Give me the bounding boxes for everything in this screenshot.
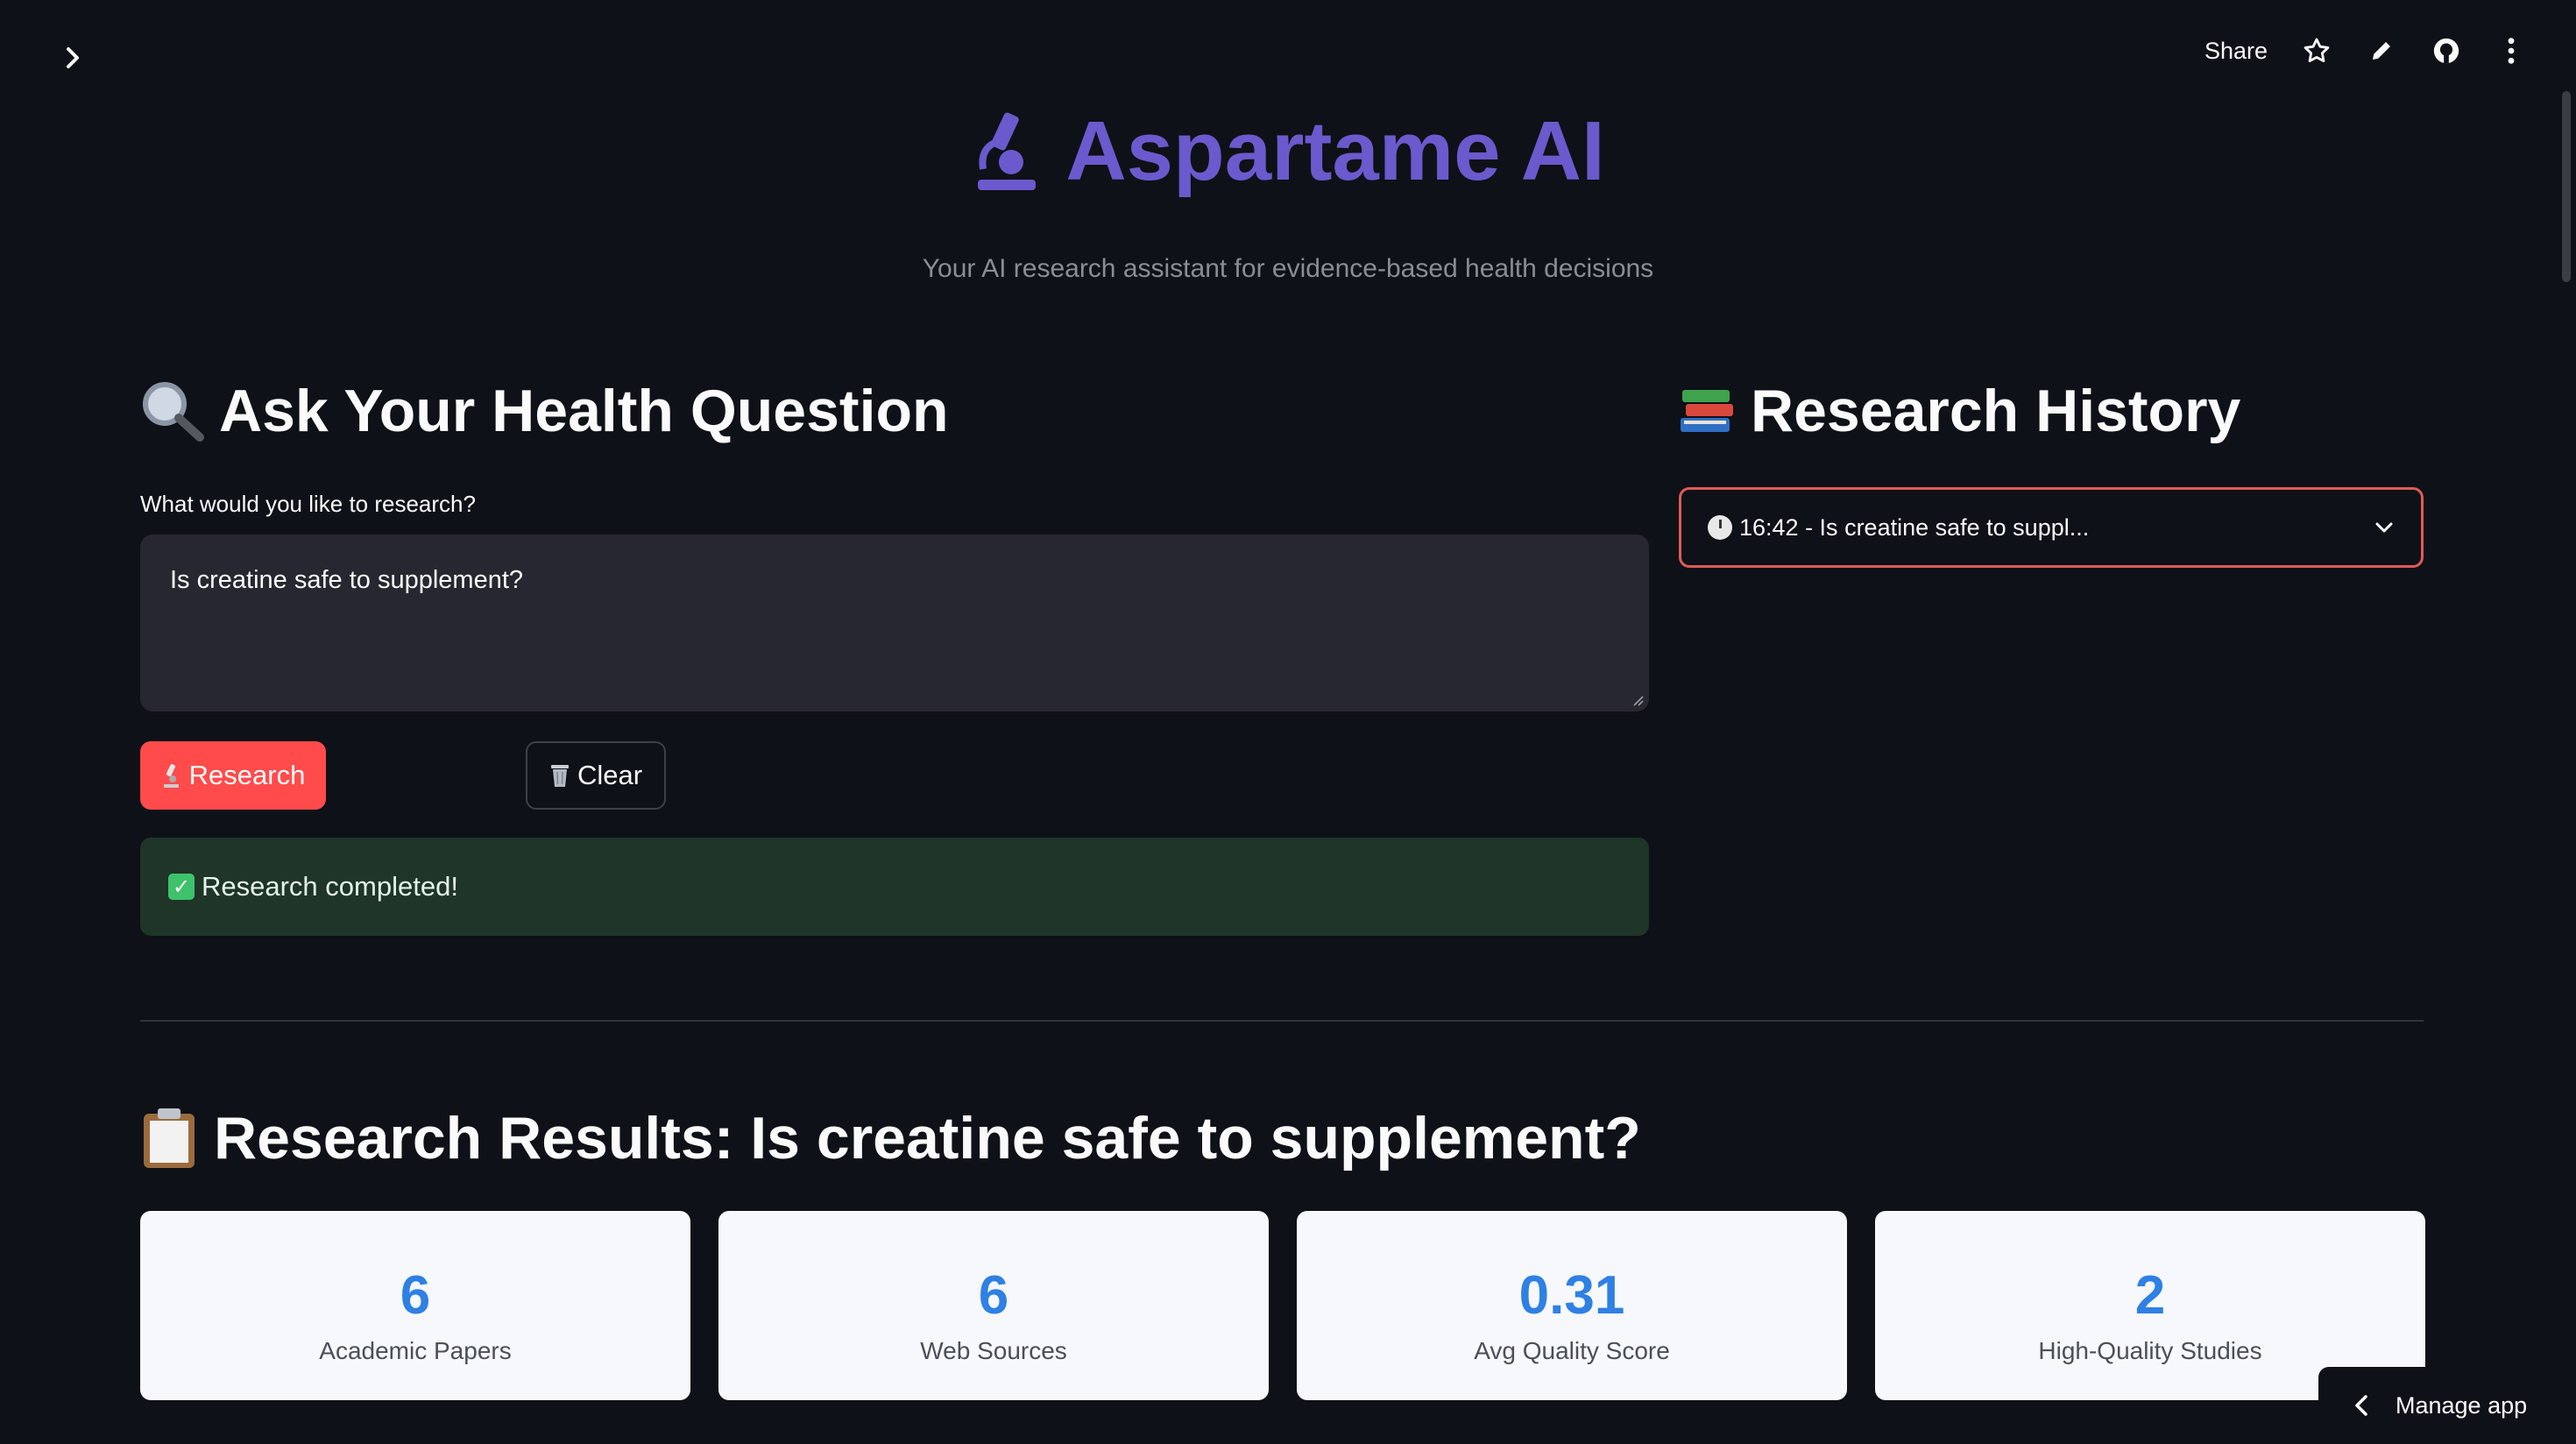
magnifier-icon [138,379,205,442]
research-button[interactable]: Research [140,741,326,810]
manage-app-button[interactable]: Manage app [2318,1367,2576,1444]
question-field-label: What would you like to research? [140,491,476,517]
ask-question-heading: Ask Your Health Question [138,377,949,445]
metric-label: Academic Papers [319,1336,512,1364]
more-vertical-icon[interactable] [2495,35,2527,67]
app-title: Aspartame AI [0,103,2576,200]
research-button-label: Research [188,760,306,790]
microscope-icon [971,108,1041,195]
app-subtitle: Your AI research assistant for evidence-… [922,254,1654,283]
metric-label: High-Quality Studies [2038,1336,2262,1364]
resize-grip-icon[interactable] [1630,692,1644,706]
microscope-icon [161,762,180,789]
clear-button-label: Clear [577,760,643,790]
success-message: Research completed! [202,871,458,902]
history-heading-text: Research History [1751,378,2241,444]
sidebar-expand-button[interactable] [54,39,93,77]
metric-card-web-sources: 6 Web Sources [718,1211,1269,1400]
metric-value: 6 [978,1264,1009,1326]
history-select[interactable]: 16:42 - Is creatine safe to suppl... [1679,487,2424,568]
star-icon[interactable] [2301,35,2332,67]
research-results-heading: Research Results: Is creatine safe to su… [138,1104,1641,1172]
github-icon[interactable] [2431,35,2462,67]
app-title-text: Aspartame AI [1065,104,1605,198]
metric-value: 6 [400,1264,431,1326]
ask-heading-text: Ask Your Health Question [219,378,949,444]
pencil-icon[interactable] [2366,35,2397,67]
clear-button[interactable]: Clear [526,741,666,810]
history-selected-value: 16:42 - Is creatine safe to suppl... [1739,513,2090,541]
metric-value: 2 [2134,1264,2166,1326]
metric-value: 0.31 [1518,1264,1625,1326]
metric-card-avg-quality-score: 0.31 Avg Quality Score [1297,1211,1847,1400]
metric-card-academic-papers: 6 Academic Papers [140,1211,690,1400]
top-toolbar: Share [2204,32,2527,70]
question-text: Is creatine safe to supplement? [170,566,524,594]
question-textarea[interactable]: Is creatine safe to supplement? [140,534,1649,711]
results-heading-text: Research Results: Is creatine safe to su… [214,1105,1641,1171]
success-alert: ✓ Research completed! [140,838,1649,936]
metric-label: Web Sources [920,1336,1067,1364]
chevron-down-icon [2375,522,2393,533]
check-icon: ✓ [168,874,195,900]
books-icon [1679,383,1737,439]
research-history-heading: Research History [1679,377,2240,445]
wastebasket-icon [549,762,570,789]
metric-label: Avg Quality Score [1474,1336,1670,1364]
share-button[interactable]: Share [2204,38,2268,65]
section-divider [140,1020,2424,1022]
manage-app-label: Manage app [2396,1391,2528,1419]
chevron-right-icon [67,47,79,68]
clock-icon [1708,515,1732,540]
chevron-left-icon [2355,1395,2367,1416]
clipboard-icon [138,1107,200,1170]
